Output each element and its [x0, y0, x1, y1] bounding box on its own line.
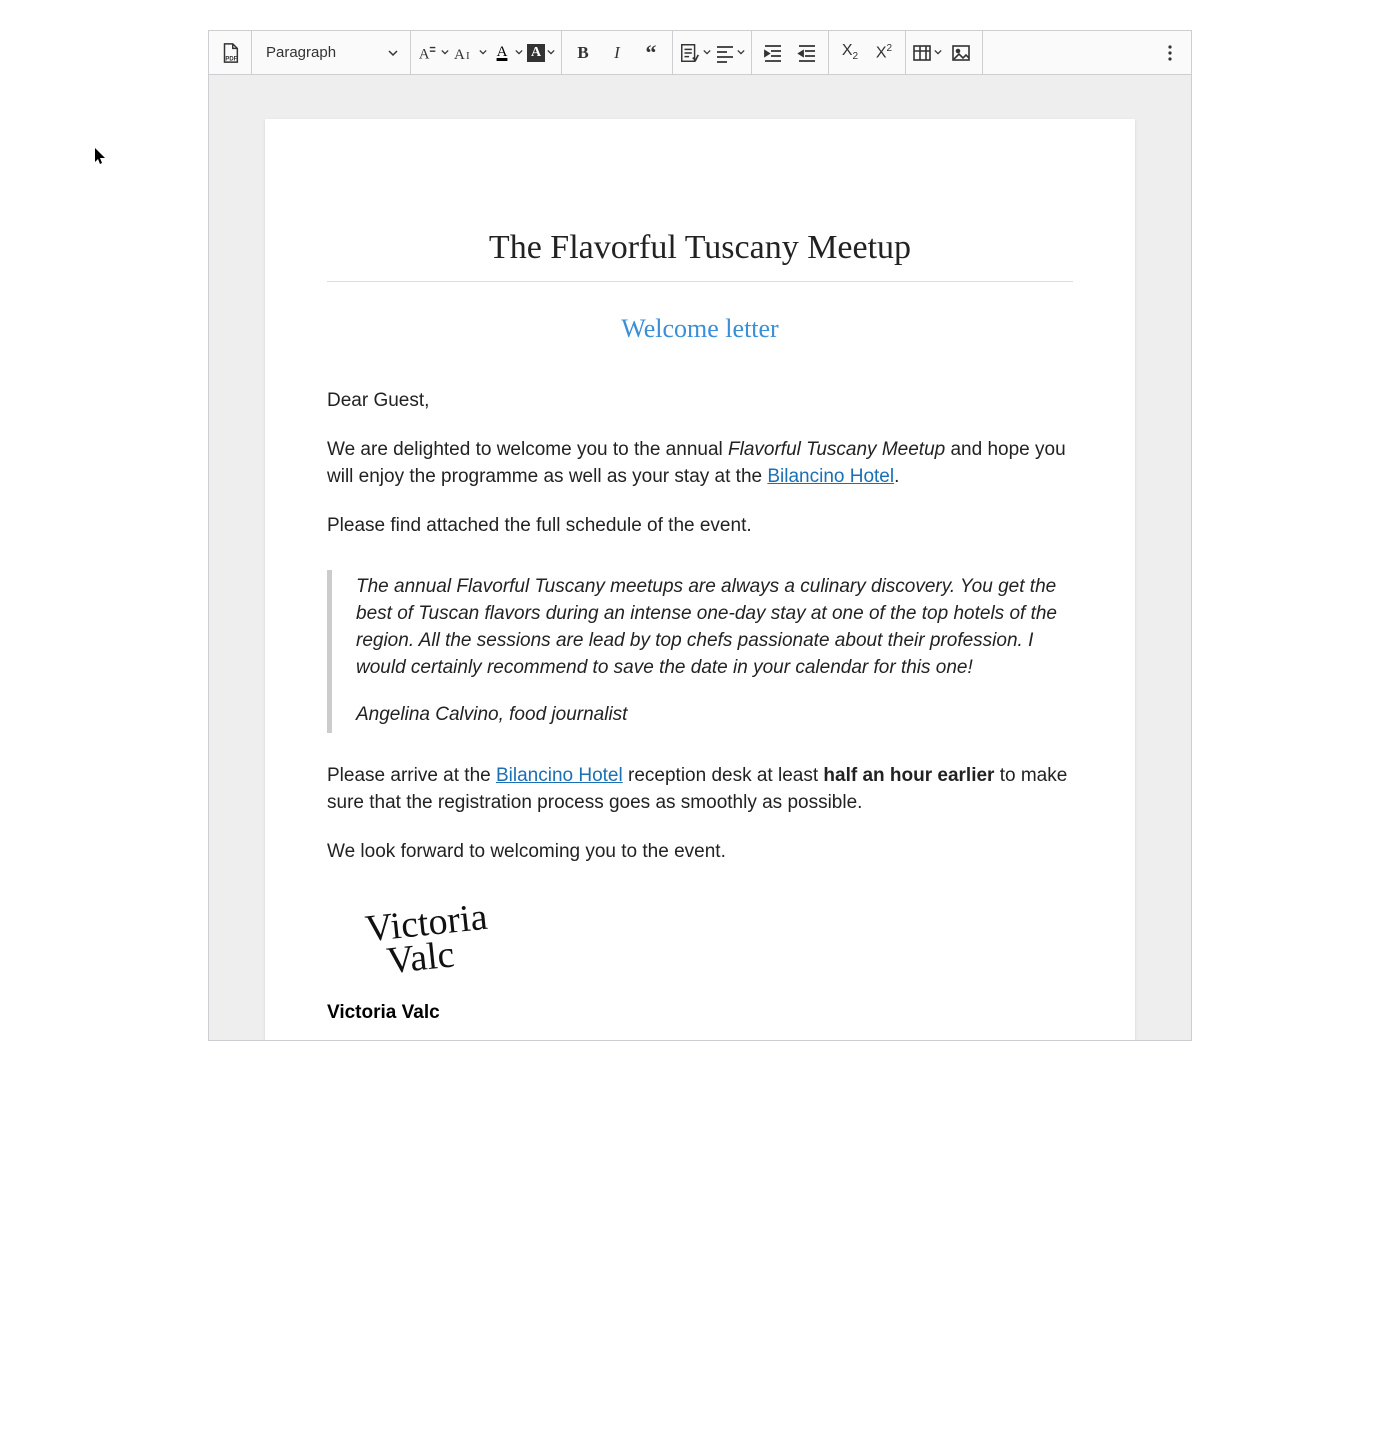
blockquote[interactable]: The annual Flavorful Tuscany meetups are…	[327, 570, 1073, 733]
chevron-down-icon	[737, 48, 745, 58]
document-page[interactable]: The Flavorful Tuscany Meetup Welcome let…	[265, 119, 1135, 1040]
toolbar-group-indent	[752, 31, 829, 74]
outdent-button[interactable]	[790, 36, 824, 70]
toolbar-group-font: A A I A A	[411, 31, 562, 74]
indent-button[interactable]	[756, 36, 790, 70]
heading-dropdown-label: Paragraph	[266, 44, 336, 61]
more-vertical-icon	[1161, 44, 1179, 62]
chevron-down-icon	[441, 48, 449, 58]
outdent-icon	[797, 43, 817, 63]
title-divider	[327, 281, 1073, 282]
image-button[interactable]	[944, 36, 978, 70]
chevron-down-icon	[479, 48, 487, 58]
chevron-down-icon	[388, 48, 398, 58]
style-dropdown[interactable]	[677, 36, 713, 70]
quote-icon: “	[646, 47, 657, 58]
font-color-dropdown[interactable]: A	[489, 36, 525, 70]
font-color-icon: A	[497, 44, 508, 61]
background-color-icon: A	[527, 44, 545, 62]
font-size-icon: A	[417, 42, 439, 64]
hotel-link[interactable]: Bilancino Hotel	[496, 765, 623, 786]
bold-icon: B	[577, 43, 588, 63]
export-pdf-button[interactable]: PDF	[213, 36, 247, 70]
paragraph-2[interactable]: Please find attached the full schedule o…	[327, 513, 1073, 540]
chevron-down-icon	[934, 48, 942, 58]
bold-run[interactable]: half an hour earlier	[823, 765, 994, 786]
chevron-down-icon	[515, 48, 523, 58]
table-dropdown[interactable]	[910, 36, 944, 70]
signatory-name[interactable]: Victoria Valc	[327, 1002, 1073, 1024]
greeting-paragraph[interactable]: Dear Guest,	[327, 388, 1073, 415]
paragraph-4[interactable]: We look forward to welcoming you to the …	[327, 839, 1073, 866]
toolbar-spacer	[983, 31, 1149, 74]
svg-text:PDF: PDF	[225, 56, 237, 62]
quote-author[interactable]: Angelina Calvino, food journalist	[356, 702, 1073, 729]
signature-image[interactable]: Victoria Valc	[364, 899, 493, 980]
document-title[interactable]: The Flavorful Tuscany Meetup	[327, 229, 1073, 267]
font-family-icon: A I	[453, 42, 477, 64]
heading-dropdown[interactable]: Paragraph	[256, 36, 406, 70]
editor-canvas[interactable]: The Flavorful Tuscany Meetup Welcome let…	[209, 75, 1191, 1040]
svg-text:I: I	[466, 50, 470, 62]
toolbar-group-heading: Paragraph	[252, 31, 411, 74]
alignment-dropdown[interactable]	[713, 36, 747, 70]
style-icon	[679, 42, 701, 64]
text-run[interactable]: reception desk at least	[623, 765, 824, 786]
superscript-icon: X2	[876, 43, 892, 62]
table-icon	[912, 43, 932, 63]
toolbar-group-basic-styles: B I “	[562, 31, 673, 74]
text-run[interactable]: We are delighted to welcome you to the a…	[327, 439, 728, 460]
bold-button[interactable]: B	[566, 36, 600, 70]
svg-text:A: A	[419, 46, 430, 62]
align-icon	[715, 43, 735, 63]
text-run[interactable]: .	[894, 466, 899, 487]
toolbar-group-script: X2 X2	[829, 31, 906, 74]
subscript-button[interactable]: X2	[833, 36, 867, 70]
signature-line-2: Valc	[385, 933, 457, 982]
subscript-icon: X2	[842, 42, 858, 62]
font-family-dropdown[interactable]: A I	[451, 36, 489, 70]
blockquote-button[interactable]: “	[634, 36, 668, 70]
italic-button[interactable]: I	[600, 36, 634, 70]
font-size-dropdown[interactable]: A	[415, 36, 451, 70]
text-run[interactable]: Please arrive at the	[327, 765, 496, 786]
indent-icon	[763, 43, 783, 63]
toolbar-group-more	[1149, 31, 1191, 74]
quote-body[interactable]: The annual Flavorful Tuscany meetups are…	[356, 574, 1073, 682]
superscript-button[interactable]: X2	[867, 36, 901, 70]
chevron-down-icon	[547, 48, 555, 58]
more-button[interactable]	[1153, 36, 1187, 70]
italic-icon: I	[614, 43, 620, 63]
paragraph-3[interactable]: Please arrive at the Bilancino Hotel rec…	[327, 763, 1073, 817]
pdf-icon: PDF	[219, 42, 241, 64]
mouse-cursor-icon	[95, 148, 107, 166]
editor: PDF Paragraph A A	[208, 30, 1192, 1041]
document-subtitle[interactable]: Welcome letter	[327, 314, 1073, 344]
paragraph-1[interactable]: We are delighted to welcome you to the a…	[327, 437, 1073, 491]
chevron-down-icon	[703, 48, 711, 58]
toolbar-group-insert	[906, 31, 983, 74]
toolbar: PDF Paragraph A A	[209, 31, 1191, 75]
svg-text:A: A	[454, 47, 465, 63]
toolbar-group-export: PDF	[209, 31, 252, 74]
italic-run[interactable]: Flavorful Tuscany Meetup	[728, 439, 945, 460]
background-color-dropdown[interactable]: A	[525, 36, 557, 70]
toolbar-group-align	[673, 31, 752, 74]
image-icon	[951, 43, 971, 63]
hotel-link[interactable]: Bilancino Hotel	[767, 466, 894, 487]
